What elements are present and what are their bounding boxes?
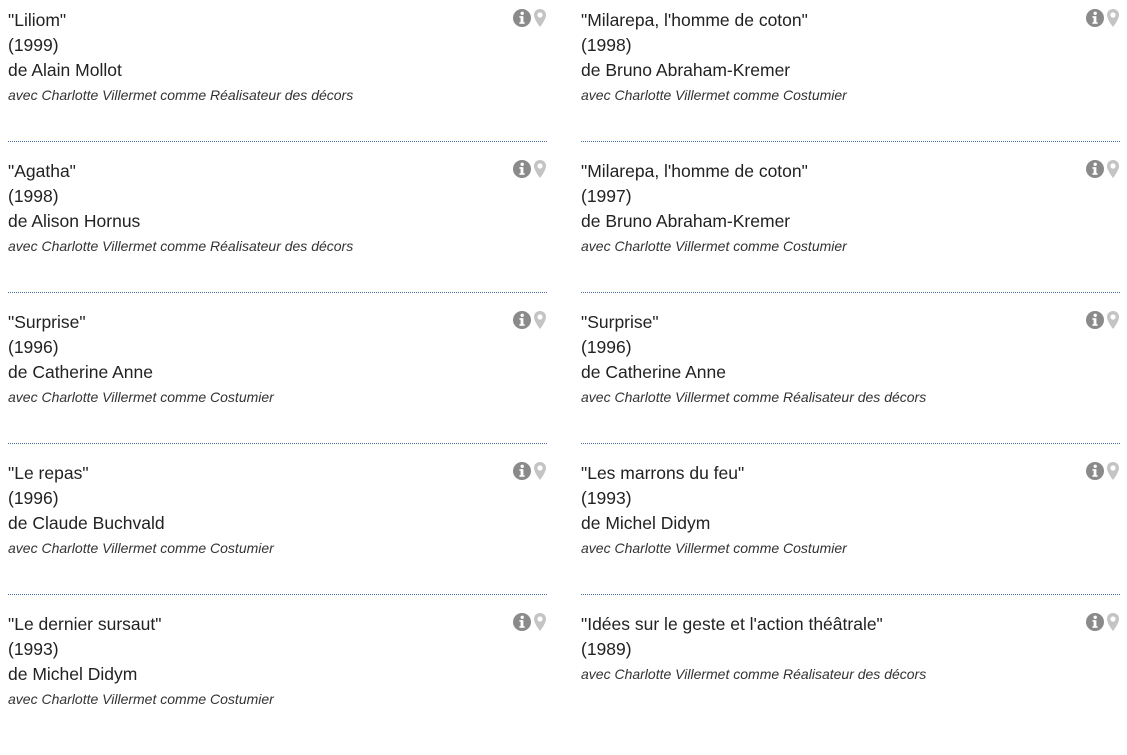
production-item: "Idées sur le geste et l'action théâtral…	[581, 604, 1120, 746]
production-actions	[512, 310, 547, 330]
production-title[interactable]: "Le repas"	[8, 461, 547, 486]
production-item: "Le dernier sursaut" (1993) de Michel Di…	[8, 604, 547, 746]
production-title[interactable]: "Milarepa, l'homme de coton"	[581, 8, 1120, 33]
info-icon[interactable]	[512, 159, 532, 179]
production-title[interactable]: "Les marrons du feu"	[581, 461, 1120, 486]
production-role: avec Charlotte Villermet comme Réalisate…	[581, 666, 927, 682]
production-director: de Catherine Anne	[581, 362, 726, 382]
production-year: (1989)	[581, 639, 632, 659]
production-actions	[1085, 159, 1120, 179]
production-year: (1993)	[8, 639, 59, 659]
map-pin-icon[interactable]	[533, 159, 547, 179]
production-title[interactable]: "Le dernier sursaut"	[8, 612, 547, 637]
production-item: "Les marrons du feu" (1993) de Michel Di…	[581, 453, 1120, 595]
production-role: avec Charlotte Villermet comme Costumier	[8, 540, 274, 556]
production-role: avec Charlotte Villermet comme Costumier	[8, 389, 274, 405]
map-pin-icon[interactable]	[1106, 310, 1120, 330]
production-year: (1998)	[8, 186, 59, 206]
production-title[interactable]: "Surprise"	[581, 310, 1120, 335]
production-director: de Michel Didym	[581, 513, 711, 533]
production-role: avec Charlotte Villermet comme Costumier	[581, 87, 847, 103]
info-icon[interactable]	[1085, 461, 1105, 481]
production-title[interactable]: "Agatha"	[8, 159, 547, 184]
production-year: (1996)	[581, 337, 632, 357]
map-pin-icon[interactable]	[1106, 612, 1120, 632]
production-role: avec Charlotte Villermet comme Réalisate…	[8, 238, 354, 254]
production-director: de Bruno Abraham-Kremer	[581, 60, 791, 80]
map-pin-icon[interactable]	[1106, 461, 1120, 481]
production-director: de Bruno Abraham-Kremer	[581, 211, 791, 231]
production-year: (1997)	[581, 186, 632, 206]
production-item: "Agatha" (1998) de Alison Hornus avec Ch…	[8, 151, 547, 293]
production-item: "Le repas" (1996) de Claude Buchvald ave…	[8, 453, 547, 595]
production-year: (1996)	[8, 488, 59, 508]
productions-grid: "Liliom" (1999) de Alain Mollot avec Cha…	[8, 0, 1120, 755]
production-actions	[512, 159, 547, 179]
map-pin-icon[interactable]	[533, 461, 547, 481]
production-year: (1993)	[581, 488, 632, 508]
production-role: avec Charlotte Villermet comme Réalisate…	[8, 87, 354, 103]
production-actions	[1085, 461, 1120, 481]
production-actions	[512, 612, 547, 632]
production-director: de Michel Didym	[8, 664, 138, 684]
info-icon[interactable]	[512, 461, 532, 481]
production-item: "Liliom" (1999) de Alain Mollot avec Cha…	[8, 0, 547, 142]
production-title[interactable]: "Idées sur le geste et l'action théâtral…	[581, 612, 1120, 637]
production-item: "Milarepa, l'homme de coton" (1998) de B…	[581, 0, 1120, 142]
production-item: "Surprise" (1996) de Catherine Anne avec…	[581, 302, 1120, 444]
production-title[interactable]: "Surprise"	[8, 310, 547, 335]
map-pin-icon[interactable]	[533, 310, 547, 330]
map-pin-icon[interactable]	[1106, 8, 1120, 28]
map-pin-icon[interactable]	[533, 612, 547, 632]
production-role: avec Charlotte Villermet comme Réalisate…	[581, 389, 927, 405]
info-icon[interactable]	[1085, 159, 1105, 179]
production-role: avec Charlotte Villermet comme Costumier	[581, 238, 847, 254]
production-director: de Catherine Anne	[8, 362, 153, 382]
production-director: de Alison Hornus	[8, 211, 141, 231]
info-icon[interactable]	[512, 8, 532, 28]
production-year: (1996)	[8, 337, 59, 357]
production-item: "Surprise" (1996) de Catherine Anne avec…	[8, 302, 547, 444]
map-pin-icon[interactable]	[533, 8, 547, 28]
productions-column-left: "Liliom" (1999) de Alain Mollot avec Cha…	[8, 0, 547, 755]
production-role: avec Charlotte Villermet comme Costumier	[8, 691, 274, 707]
production-year: (1998)	[581, 35, 632, 55]
info-icon[interactable]	[512, 612, 532, 632]
production-actions	[1085, 8, 1120, 28]
production-title[interactable]: "Milarepa, l'homme de coton"	[581, 159, 1120, 184]
info-icon[interactable]	[1085, 612, 1105, 632]
production-director: de Claude Buchvald	[8, 513, 165, 533]
production-year: (1999)	[8, 35, 59, 55]
production-title[interactable]: "Liliom"	[8, 8, 547, 33]
production-actions	[1085, 310, 1120, 330]
info-icon[interactable]	[1085, 310, 1105, 330]
map-pin-icon[interactable]	[1106, 159, 1120, 179]
info-icon[interactable]	[512, 310, 532, 330]
production-role: avec Charlotte Villermet comme Costumier	[581, 540, 847, 556]
production-actions	[512, 8, 547, 28]
info-icon[interactable]	[1085, 8, 1105, 28]
production-actions	[512, 461, 547, 481]
production-director: de Alain Mollot	[8, 60, 122, 80]
productions-column-right: "Milarepa, l'homme de coton" (1998) de B…	[581, 0, 1120, 755]
production-actions	[1085, 612, 1120, 632]
production-item: "Milarepa, l'homme de coton" (1997) de B…	[581, 151, 1120, 293]
